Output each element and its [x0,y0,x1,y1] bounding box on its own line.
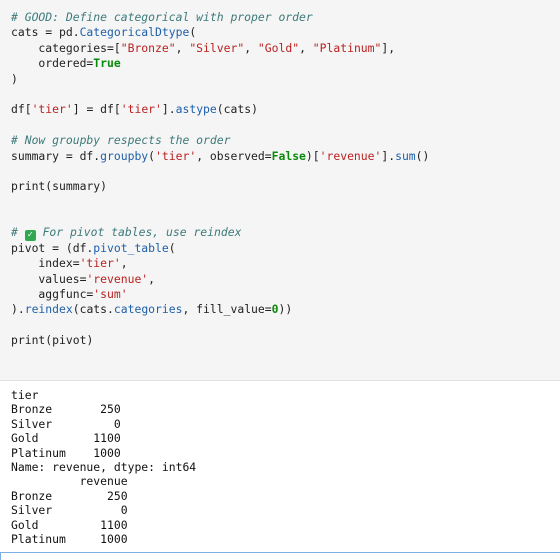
code-token: , [244,40,258,55]
code-string: 'revenue' [86,271,149,286]
code-string: "Gold" [257,40,300,55]
code-token: , observed= [196,148,272,163]
code-token: sum [395,148,416,163]
code-string: "Silver" [189,40,245,55]
code-comment: For pivot tables, use reindex [35,225,242,240]
output-line: Bronze 250 [11,488,128,503]
code-token: , [175,40,190,55]
code-token: (cats. [72,302,114,317]
code-token: pivot_table [93,240,169,255]
code-token: pivot = (df. [11,240,94,255]
output-line: Silver 0 [11,503,128,518]
code-line: pivot = (df.pivot_table( [0,241,560,256]
code-token: ). [11,302,25,317]
code-string: "Platinum" [312,40,382,55]
next-cell[interactable] [0,552,560,560]
output-line: revenue [11,474,128,489]
code-token: print [11,333,46,348]
code-string: "Bronze" [120,40,176,55]
code-token: )[ [305,148,320,163]
code-token: ] = df[ [72,102,121,117]
code-token: ) [11,71,18,86]
code-token: groupby [100,148,149,163]
code-token: df[ [11,102,32,117]
code-token: ( [189,25,197,40]
code-line: ) [0,72,560,87]
code-token: ]. [161,102,176,117]
output-line: Platinum 1000 [11,531,128,546]
code-token: values= [11,271,87,286]
code-string: 'tier' [155,148,197,163]
code-token: reindex [24,302,73,317]
code-line: ).reindex(cats.categories, fill_value=0)… [0,302,560,317]
code-line: cats = pd.CategoricalDtype( [0,25,560,40]
code-token: )) [278,302,293,317]
code-token: , fill_value= [182,302,272,317]
code-string: 'tier' [120,102,162,117]
code-line: values='revenue', [0,272,560,287]
code-line: categories=["Bronze", "Silver", "Gold", … [0,41,560,56]
code-token: summary = df. [11,148,101,163]
code-token: [ [113,40,121,55]
code-comment: # [11,225,25,240]
code-line: index='tier', [0,256,560,271]
code-token: ( [148,148,156,163]
code-token: astype [175,102,217,117]
code-line: print(summary) [0,179,560,194]
code-token: ordered= [11,56,94,71]
code-token: (pivot) [45,333,94,348]
code-line: summary = df.groupby('tier', observed=Fa… [0,149,560,164]
code-line: print(pivot) [0,333,560,348]
code-string: 'revenue' [319,148,382,163]
code-token: ]. [381,148,396,163]
code-token: categories= [11,40,114,55]
code-string: 'sum' [93,287,128,302]
code-line: df['tier'] = df['tier'].astype(cats) [0,102,560,117]
code-token: aggfunc= [11,287,94,302]
code-string: 'tier' [31,102,73,117]
code-token: False [271,148,306,163]
code-line: aggfunc='sum' [0,287,560,302]
code-token: categories [113,302,183,317]
output-line: Name: revenue, dtype: int64 [11,459,197,474]
code-token: , [299,40,313,55]
output-line: Gold 1100 [11,431,121,446]
code-token: print [11,179,46,194]
code-token: CategoricalDtype [79,25,190,40]
cell-output: tier Bronze 250 Silver 0 Gold 1100 Platinum … [0,385,560,548]
notebook: # GOOD: Define categorical with proper o… [0,0,560,560]
code-token: ( [168,240,176,255]
code-string: 'tier' [79,256,121,271]
code-comment: # Now groupby respects the order [11,133,231,148]
code-token: index= [11,256,80,271]
output-line: tier [11,388,39,402]
code-comment: # GOOD: Define categorical with proper o… [11,10,313,24]
code-token: True [93,56,121,71]
code-token: cats = pd. [11,25,80,40]
output-line: Silver 0 [11,416,121,431]
check-mark-icon: ✓ [24,230,36,242]
code-token: (cats) [216,102,258,117]
code-token: , [120,256,128,271]
output-line: Gold 1100 [11,517,128,532]
code-line: # Now groupby respects the order [0,133,560,148]
code-token: ], [381,40,396,55]
output-line: Bronze 250 [11,402,121,417]
code-cell[interactable]: # GOOD: Define categorical with proper o… [0,0,560,381]
code-token: (summary) [45,179,108,194]
code-token: , [148,271,156,286]
code-token: () [415,148,430,163]
code-line: ordered=True [0,56,560,71]
output-line: Platinum 1000 [11,445,121,460]
code-line: # GOOD: Define categorical with proper o… [0,10,560,25]
code-line: # ✓ For pivot tables, use reindex [0,225,560,242]
